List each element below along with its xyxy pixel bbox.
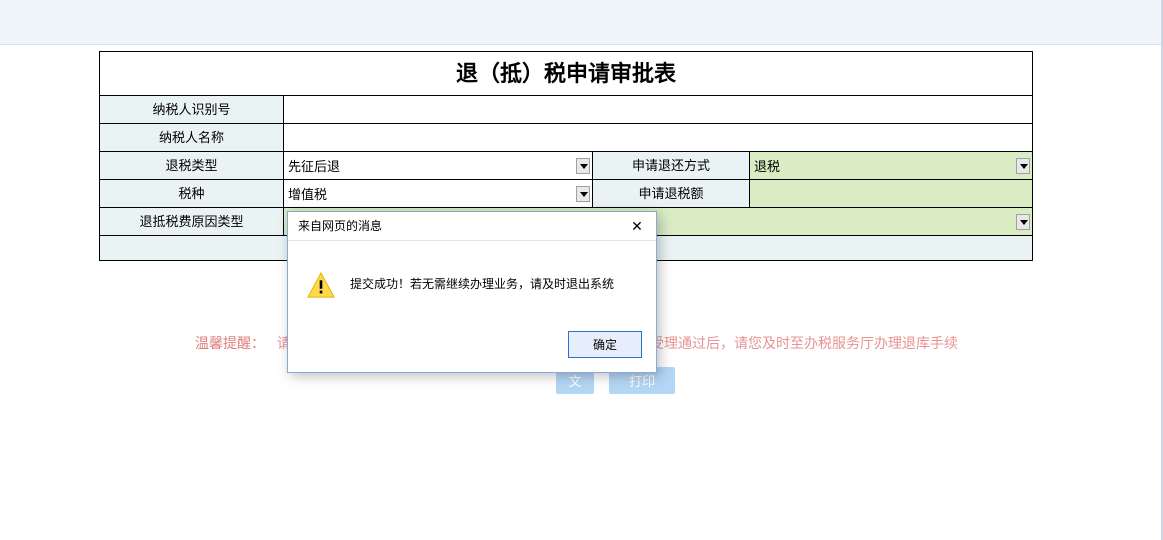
label-taxpayer-id: 纳税人识别号: [100, 96, 284, 123]
input-refund-amount[interactable]: [750, 180, 1032, 207]
alert-dialog: 来自网页的消息 ✕ 提交成功！若无需继续办理业务，请及时退出系统 确定: [287, 211, 657, 373]
select-refund-method-cell: 退税: [750, 152, 1032, 179]
label-tax-type: 税种: [100, 180, 284, 207]
label-taxpayer-name: 纳税人名称: [100, 124, 284, 151]
select-refund-type[interactable]: 先征后退: [284, 153, 592, 179]
value-taxpayer-id: [284, 96, 1032, 123]
dialog-title: 来自网页的消息: [298, 212, 382, 241]
ok-button[interactable]: 确定: [568, 331, 642, 358]
row-taxpayer-name: 纳税人名称: [100, 124, 1032, 152]
form-title: 退（抵）税申请审批表: [100, 52, 1032, 96]
dialog-message: 提交成功！若无需继续办理业务，请及时退出系统: [350, 271, 614, 293]
close-icon[interactable]: ✕: [628, 212, 646, 241]
row-taxpayer-id: 纳税人识别号: [100, 96, 1032, 124]
row-refund-type: 退税类型 先征后退 申请退还方式 退税: [100, 152, 1032, 180]
warning-icon: [306, 271, 336, 299]
select-tax-type-cell: 增值税: [284, 180, 593, 207]
value-taxpayer-name: [284, 124, 1032, 151]
label-refund-method: 申请退还方式: [593, 152, 750, 179]
label-refund-type: 退税类型: [100, 152, 284, 179]
top-bar: [0, 0, 1163, 45]
hint-label: 温馨提醒：: [195, 335, 265, 351]
select-refund-method[interactable]: 退税: [750, 153, 1032, 179]
hint-text-right: 受理通过后，请您及时至办税服务厅办理退库手续: [650, 333, 958, 353]
select-tax-type[interactable]: 增值税: [284, 181, 592, 207]
label-refund-amount: 申请退税额: [593, 180, 750, 207]
select-refund-type-cell: 先征后退: [284, 152, 593, 179]
label-reason-type: 退抵税费原因类型: [100, 208, 284, 235]
row-tax-type: 税种 增值税 申请退税额: [100, 180, 1032, 208]
dialog-titlebar: 来自网页的消息 ✕: [288, 212, 656, 241]
